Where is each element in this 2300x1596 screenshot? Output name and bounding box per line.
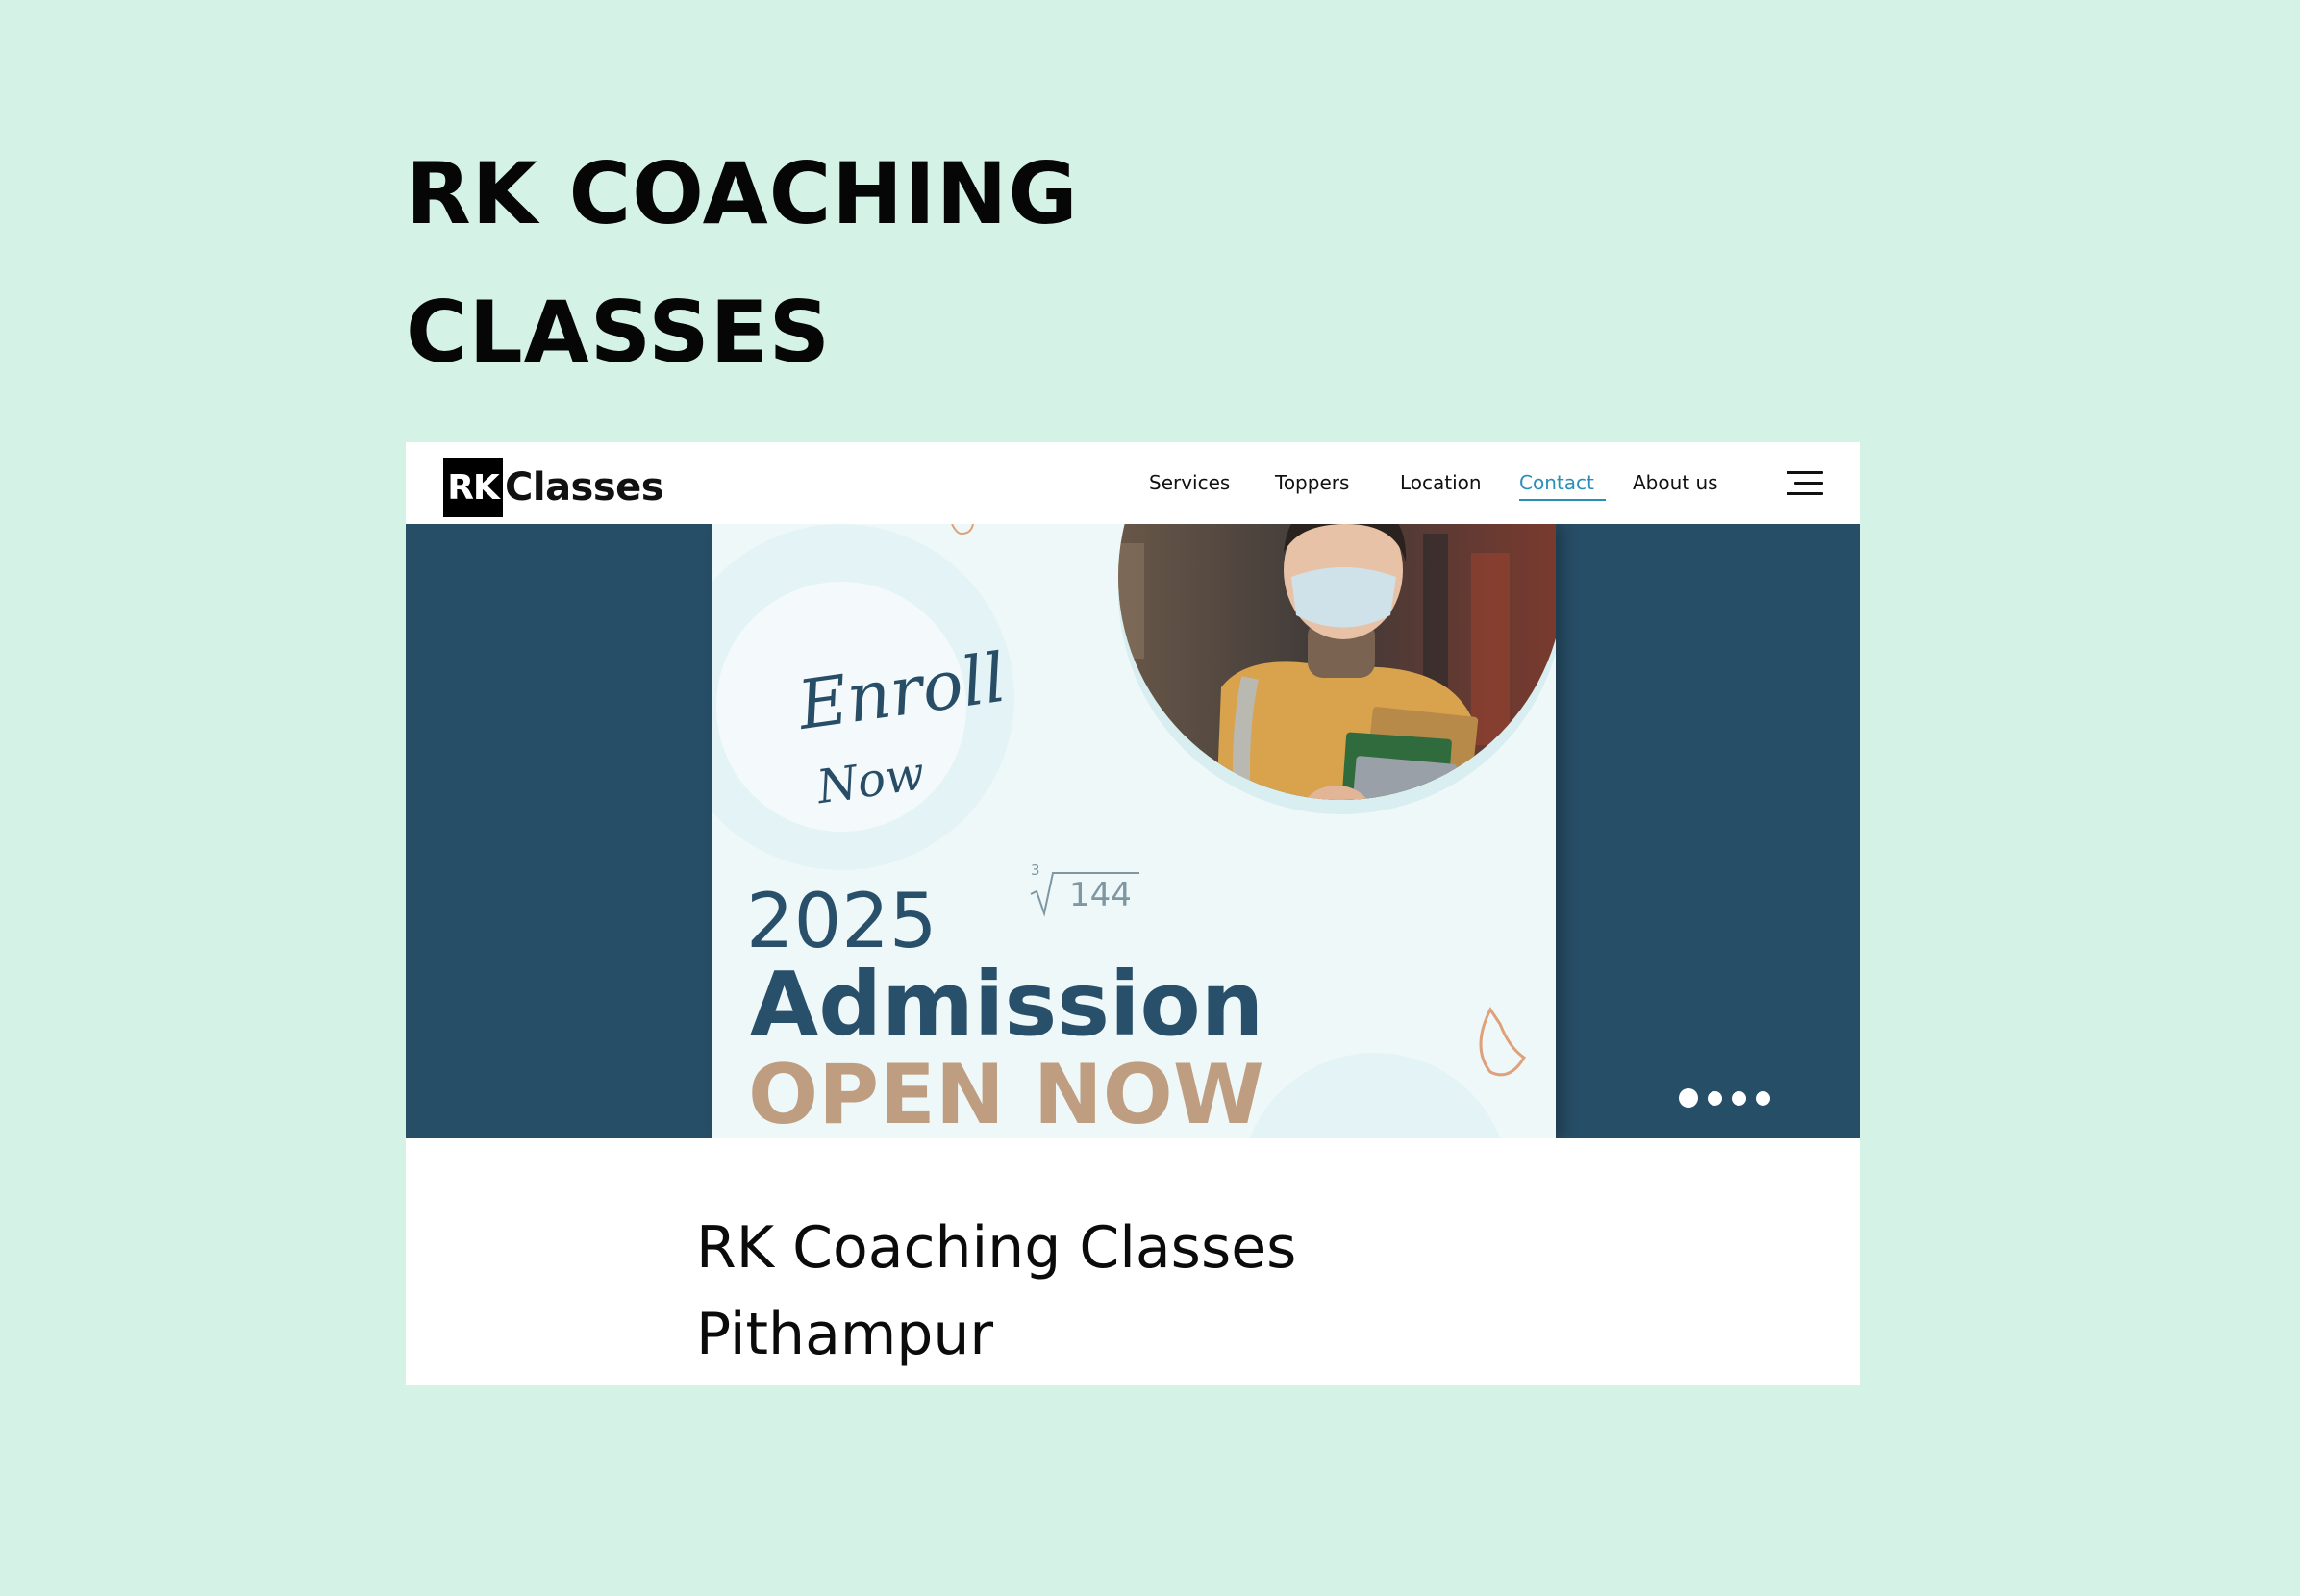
site-title-line2: Pithampur [696, 1301, 994, 1368]
nav-link-contact[interactable]: Contact [1519, 471, 1606, 501]
site-title: RK Coaching Classes Pithampur [696, 1205, 1296, 1378]
logo-text: Classes [505, 465, 664, 510]
page-heading-line1: RK COACHING [406, 144, 1079, 243]
nav-link-services[interactable]: Services [1149, 471, 1230, 494]
slider-dot-2[interactable] [1708, 1090, 1722, 1106]
admission-banner-graphic: Enroll Now 3 144 2025 Admission OPEN NOW [712, 524, 1556, 1138]
page-heading: RK COACHING CLASSES [406, 125, 1079, 402]
hamburger-menu-icon[interactable] [1787, 471, 1823, 496]
website-preview: RK Classes Services Toppers Location Con… [406, 442, 1860, 1385]
slider-dot-3[interactable] [1732, 1090, 1746, 1106]
page-heading-line2: CLASSES [406, 283, 832, 382]
open-now-subheadline: OPEN NOW [748, 1047, 1264, 1138]
logo-mark: RK [443, 458, 503, 517]
nav-link-location[interactable]: Location [1400, 471, 1482, 494]
slider-dots [1679, 1088, 1770, 1108]
site-title-line1: RK Coaching Classes [696, 1214, 1297, 1282]
slider-dot-4[interactable] [1756, 1090, 1770, 1106]
math-radicand-text: 144 [1069, 876, 1132, 914]
admission-banner[interactable]: Enroll Now 3 144 2025 Admission OPEN NOW [712, 524, 1556, 1138]
navbar: RK Classes Services Toppers Location Con… [406, 442, 1860, 524]
nav-link-toppers[interactable]: Toppers [1275, 471, 1349, 494]
hero-slider: Enroll Now 3 144 2025 Admission OPEN NOW [406, 524, 1860, 1138]
nav-link-about-us[interactable]: About us [1633, 471, 1718, 494]
slider-dot-1[interactable] [1679, 1088, 1698, 1108]
math-index-text: 3 [1031, 861, 1040, 879]
site-logo[interactable]: RK Classes [443, 458, 664, 517]
admission-headline: Admission [750, 953, 1263, 1056]
